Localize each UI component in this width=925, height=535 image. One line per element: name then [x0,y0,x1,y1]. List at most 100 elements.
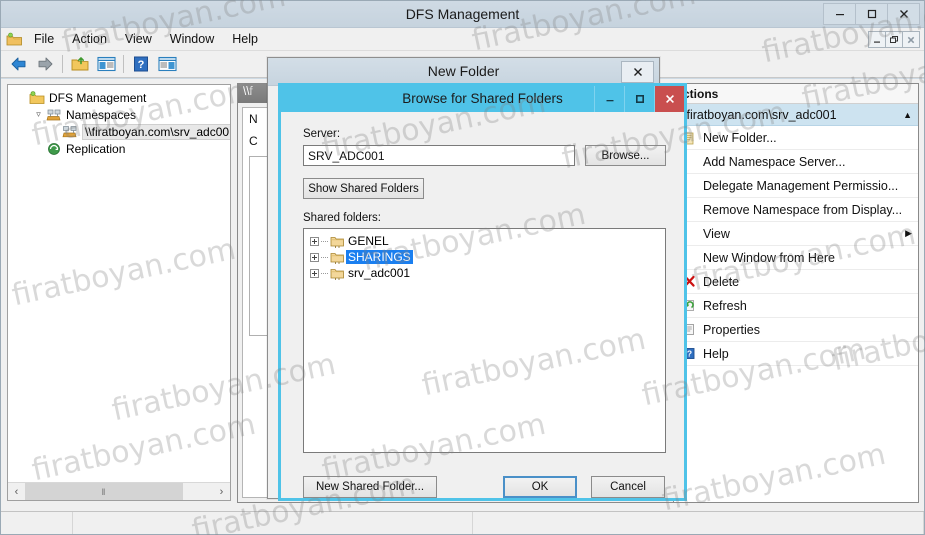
tree-expander[interactable] [15,91,28,104]
tree-node-label: \\firatboyan.com\srv_adc001 [82,123,230,140]
browse-dialog-titlebar: Browse for Shared Folders [281,86,684,112]
show-shared-folders-button[interactable]: Show Shared Folders [303,178,424,199]
actions-pane: ctions \firatboyan.com\srv_adc001 ▲ New … [673,83,919,503]
action-remove-namespace-from-display[interactable]: Remove Namespace from Display... [674,198,918,222]
action-label: Remove Namespace from Display... [703,202,903,217]
action-label: Properties [703,322,760,337]
shared-folder-name: GENEL [348,234,389,248]
actions-group-header[interactable]: \firatboyan.com\srv_adc001 ▲ [674,104,918,126]
action-delegate-management-permissions[interactable]: Delegate Management Permissio... [674,174,918,198]
shared-folder-icon [328,234,346,249]
tree-expander-replication[interactable] [32,142,45,155]
tree-node-namespaces[interactable]: ▿ Namespaces [12,106,230,123]
action-label: Delete [703,274,740,289]
show-hide-tree-icon[interactable] [93,52,119,76]
status-cell-3 [473,512,924,534]
tree-connector-icon [321,272,328,274]
menu-file[interactable]: File [25,29,63,49]
scroll-right-arrow-icon[interactable]: › [213,483,230,500]
new-folder-titlebar: New Folder [268,58,659,86]
cancel-button[interactable]: Cancel [591,476,665,498]
action-view[interactable]: View ▶ [674,222,918,246]
svg-text:?: ? [138,59,145,71]
show-hide-action-pane-icon[interactable] [154,52,180,76]
new-shared-folder-button[interactable]: New Shared Folder... [303,476,437,498]
action-label: Refresh [703,298,747,313]
status-cell-2 [73,512,473,534]
scroll-left-arrow-icon[interactable]: ‹ [8,483,25,500]
main-titlebar: DFS Management [1,1,924,28]
action-new-window-from-here[interactable]: New Window from Here [674,246,918,270]
browse-close-button[interactable] [654,86,684,112]
browse-dialog-body: Server: SRV_ADC001 Browse... Show Shared… [281,112,684,498]
namespace-icon [61,124,79,140]
shared-folder-icon [328,266,346,281]
back-icon[interactable] [6,52,32,76]
action-properties[interactable]: Properties [674,318,918,342]
shared-folder-item[interactable]: srv_adc001 [304,265,665,281]
console-icon [3,29,25,49]
forward-icon[interactable] [32,52,58,76]
actions-group-title: \firatboyan.com\srv_adc001 [683,107,837,122]
shared-folder-name: srv_adc001 [348,266,411,280]
menu-bar: File Action View Window Help [1,28,924,51]
tree-connector-icon [321,256,328,258]
shared-folder-name: SHARINGS [346,250,413,264]
action-label: Delegate Management Permissio... [703,178,899,193]
tree-node-label: Replication [66,141,126,156]
help-icon[interactable]: ? [128,52,154,76]
tree-horizontal-scrollbar[interactable]: ‹ ‖ › [8,482,230,500]
action-label: New Folder... [703,130,777,145]
action-new-folder[interactable]: New Folder... [674,126,918,150]
action-add-namespace-server[interactable]: Add Namespace Server... [674,150,918,174]
action-label: New Window from Here [703,250,835,265]
tree-node-namespace-srv-adc001[interactable]: \\firatboyan.com\srv_adc001 [12,123,230,140]
chevron-up-icon[interactable]: ▲ [903,110,912,120]
mdi-minimize-button[interactable] [868,31,886,48]
maximize-button[interactable] [855,3,888,25]
mdi-restore-button[interactable] [885,31,903,48]
tree-connector-icon [321,240,328,242]
ok-button[interactable]: OK [503,476,577,498]
tree-node-replication[interactable]: Replication [12,140,230,157]
browse-maximize-button[interactable] [624,86,654,112]
menu-action[interactable]: Action [63,29,116,49]
browse-button[interactable]: Browse... [585,145,666,166]
submenu-arrow-icon: ▶ [905,228,912,238]
scroll-track[interactable]: ‖ [25,483,213,500]
shared-folder-item[interactable]: GENEL [304,233,665,249]
scroll-thumb[interactable]: ‖ [25,483,183,500]
server-input[interactable]: SRV_ADC001 [303,145,575,166]
shared-folder-item-selected[interactable]: SHARINGS [304,249,665,265]
browse-shared-folders-dialog: Browse for Shared Folders Server: SRV_AD… [278,83,687,501]
up-folder-icon[interactable] [67,52,93,76]
mdi-close-button[interactable] [902,31,920,48]
minimize-button[interactable] [823,3,856,25]
toolbar-separator-2 [123,55,124,73]
status-cell-1 [1,512,73,534]
scroll-grip-icon: ‖ [101,486,107,497]
tree-expander-namespaces[interactable]: ▿ [32,108,45,121]
menu-help[interactable]: Help [223,29,267,49]
shared-folders-list[interactable]: GENEL SHARINGS srv_adc001 [303,228,666,453]
menu-view[interactable]: View [116,29,161,49]
tree-node-label: DFS Management [49,90,147,105]
expand-plus-icon[interactable] [310,252,319,262]
close-button[interactable] [887,3,920,25]
browse-minimize-button[interactable] [594,86,624,112]
action-label: Add Namespace Server... [703,154,846,169]
main-window-frame: DFS Management File Action View Window H… [0,0,925,535]
new-folder-dialog-title: New Folder [427,63,500,79]
action-refresh[interactable]: Refresh [674,294,918,318]
menu-window[interactable]: Window [161,29,223,49]
status-bar [1,511,924,534]
tree-expander-namespace[interactable] [48,125,61,138]
new-folder-close-button[interactable] [621,61,654,83]
expand-plus-icon[interactable] [310,268,319,278]
expand-plus-icon[interactable] [310,236,319,246]
action-help[interactable]: ? Help [674,342,918,366]
action-delete[interactable]: Delete [674,270,918,294]
tree-node-dfs-management[interactable]: DFS Management [12,89,230,106]
shared-folder-icon [328,250,346,265]
console-tree-pane: DFS Management ▿ Namespaces \\firatboyan… [7,84,231,501]
